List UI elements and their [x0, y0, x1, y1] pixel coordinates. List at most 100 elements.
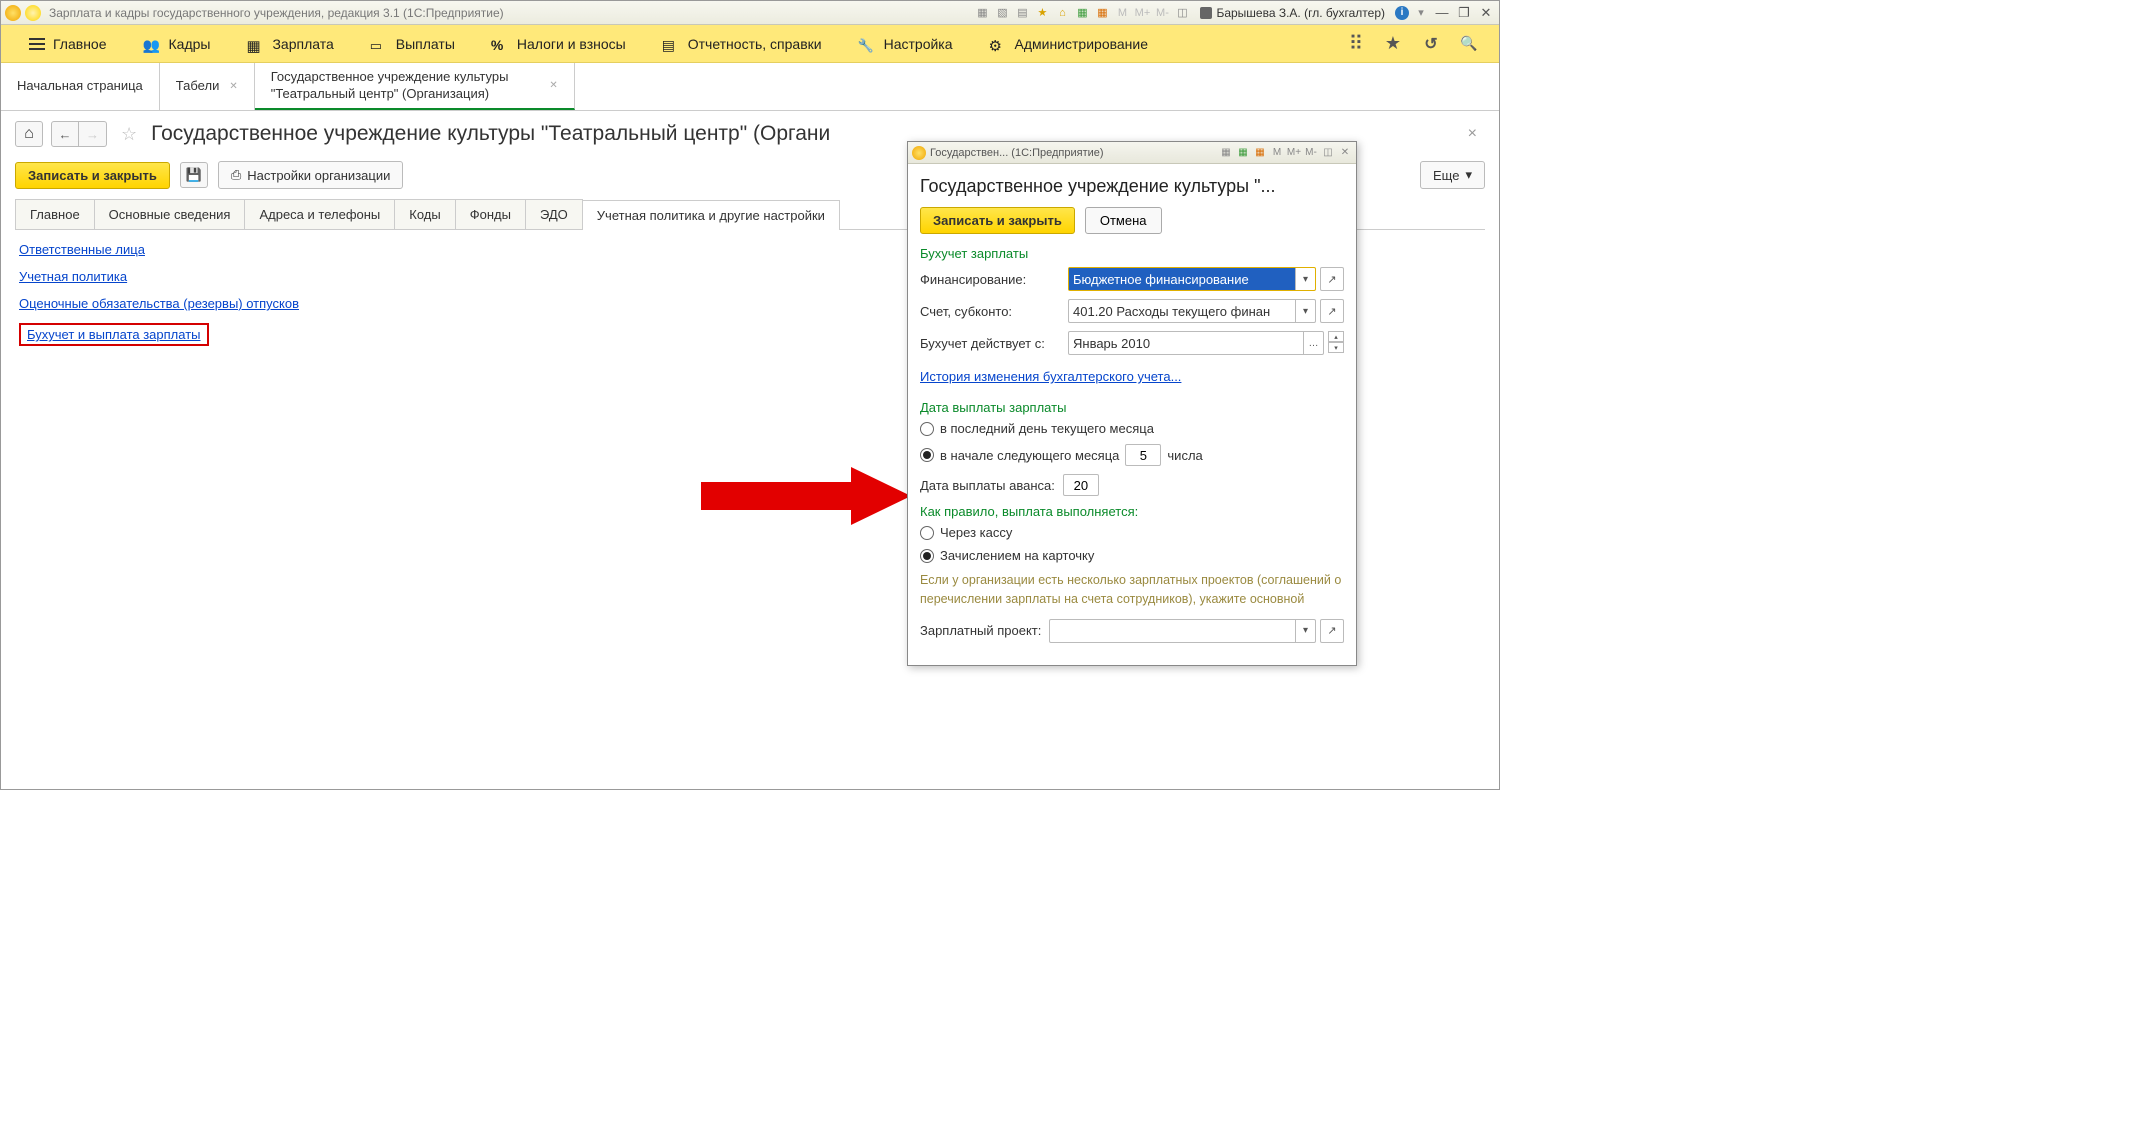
- subtab-codes[interactable]: Коды: [394, 199, 455, 229]
- valid-from-input[interactable]: Январь 2010 …: [1068, 331, 1324, 355]
- nav-nastroyka[interactable]: Настройка: [840, 25, 971, 62]
- org-settings-button[interactable]: Настройки организации: [218, 161, 404, 189]
- nav-kadry[interactable]: Кадры: [125, 25, 229, 62]
- doctab-start[interactable]: Начальная страница: [1, 63, 160, 110]
- nav-main[interactable]: Главное: [11, 25, 125, 62]
- paydate-radio-next[interactable]: в начале следующего месяца числа: [920, 444, 1344, 466]
- paydate-day-input[interactable]: [1125, 444, 1161, 466]
- valid-from-ellipsis[interactable]: …: [1303, 332, 1323, 354]
- paydate-radio-last-label: в последний день текущего месяца: [940, 421, 1154, 436]
- tb-home-icon[interactable]: ⌂: [1054, 5, 1070, 21]
- financing-dropdown-icon[interactable]: ▾: [1295, 268, 1315, 290]
- tb-windows-icon[interactable]: ◫: [1174, 5, 1190, 21]
- doctab-org[interactable]: Государственное учреждение культуры "Теа…: [255, 63, 575, 110]
- tb-tool-2[interactable]: ▧: [994, 5, 1010, 21]
- financing-open-button[interactable]: ↗: [1320, 267, 1344, 291]
- tb-info-icon[interactable]: i: [1395, 6, 1409, 20]
- nav-zarplata[interactable]: Зарплата: [228, 25, 351, 62]
- doctab-org-close[interactable]: ✕: [549, 80, 557, 91]
- popup-tb-1[interactable]: ▦: [1219, 146, 1233, 160]
- page-close[interactable]: ×: [1460, 125, 1485, 143]
- window-restore[interactable]: ❐: [1455, 5, 1473, 21]
- tb-info-drop[interactable]: ▾: [1413, 5, 1429, 21]
- history-link[interactable]: История изменения бухгалтерского учета..…: [920, 369, 1181, 384]
- paymethod-radio-card[interactable]: Зачислением на карточку: [920, 548, 1344, 563]
- favorite-star-icon[interactable]: ☆: [121, 124, 137, 145]
- nav-vyplaty[interactable]: Выплаты: [352, 25, 473, 62]
- link-payroll-accounting[interactable]: Бухучет и выплата зарплаты: [27, 327, 201, 342]
- paymethod-cash-label: Через кассу: [940, 525, 1012, 540]
- subtab-funds[interactable]: Фонды: [455, 199, 526, 229]
- tb-tool-1[interactable]: ▦: [974, 5, 990, 21]
- project-dropdown-icon[interactable]: ▾: [1295, 620, 1315, 642]
- financing-combo[interactable]: Бюджетное финансирование ▾: [1068, 267, 1316, 291]
- history-icon[interactable]: [1421, 34, 1441, 54]
- tb-mminus-btn[interactable]: M-: [1154, 5, 1170, 21]
- wrench-icon: [858, 37, 876, 51]
- nav-admin[interactable]: Администрирование: [971, 25, 1167, 62]
- tb-star-icon[interactable]: ★: [1034, 5, 1050, 21]
- subtab-main[interactable]: Главное: [15, 199, 95, 229]
- spinner-down-icon[interactable]: ▾: [1328, 342, 1344, 353]
- account-combo[interactable]: 401.20 Расходы текущего финан ▾: [1068, 299, 1316, 323]
- valid-from-label: Бухучет действует с:: [920, 336, 1060, 351]
- spinner-up-icon[interactable]: ▴: [1328, 331, 1344, 342]
- favorites-icon[interactable]: [1383, 34, 1403, 54]
- subtab-policy[interactable]: Учетная политика и другие настройки: [582, 200, 840, 230]
- apps-grid-icon[interactable]: [1345, 34, 1365, 54]
- link-accounting-policy[interactable]: Учетная политика: [19, 269, 127, 284]
- account-open-button[interactable]: ↗: [1320, 299, 1344, 323]
- paydate-radio-last[interactable]: в последний день текущего месяца: [920, 421, 1344, 436]
- doctab-tabeli-close[interactable]: ✕: [229, 81, 237, 92]
- link-responsible[interactable]: Ответственные лица: [19, 242, 145, 257]
- paymethod-radio-cash[interactable]: Через кассу: [920, 525, 1344, 540]
- document-tabs: Начальная страница Табели ✕ Государственн…: [1, 63, 1499, 111]
- tb-tool-3[interactable]: ▤: [1014, 5, 1030, 21]
- popup-tb-cal[interactable]: ▦: [1253, 146, 1267, 160]
- subtab-basic[interactable]: Основные сведения: [94, 199, 246, 229]
- doctab-tabeli-label: Табели: [176, 78, 220, 95]
- popup-window-title: Государствен... (1С:Предприятие): [930, 147, 1104, 159]
- radio-checked-icon: [920, 549, 934, 563]
- popup-cancel[interactable]: Отмена: [1085, 207, 1162, 234]
- valid-from-spinner[interactable]: ▴ ▾: [1328, 331, 1344, 355]
- home-button[interactable]: [15, 121, 43, 147]
- tb-m-btn[interactable]: M: [1114, 5, 1130, 21]
- tb-mplus-btn[interactable]: M+: [1134, 5, 1150, 21]
- back-button[interactable]: ←: [51, 121, 79, 147]
- doctab-org-label: Государственное учреждение культуры "Теа…: [271, 69, 540, 103]
- popup-tb-m[interactable]: M: [1270, 146, 1284, 160]
- nav-nalogi[interactable]: Налоги и взносы: [473, 25, 644, 62]
- tb-user[interactable]: Барышева З.А. (гл. бухгалтер): [1194, 6, 1391, 20]
- doctab-tabeli[interactable]: Табели ✕: [160, 63, 255, 110]
- tb-calc-icon[interactable]: ▦: [1074, 5, 1090, 21]
- window-minimize[interactable]: —: [1433, 5, 1451, 20]
- popup-tb-mplus[interactable]: M+: [1287, 146, 1301, 160]
- search-icon[interactable]: [1459, 34, 1479, 54]
- project-open-button[interactable]: ↗: [1320, 619, 1344, 643]
- forward-button[interactable]: →: [79, 121, 107, 147]
- percent-icon: [491, 37, 509, 51]
- project-combo[interactable]: ▾: [1049, 619, 1316, 643]
- account-dropdown-icon[interactable]: ▾: [1295, 300, 1315, 322]
- window-close[interactable]: ✕: [1477, 5, 1495, 21]
- nav-nalogi-label: Налоги и взносы: [517, 36, 626, 52]
- popup-close[interactable]: ✕: [1338, 146, 1352, 160]
- more-button[interactable]: Еще ▾: [1420, 161, 1485, 189]
- subtab-edo[interactable]: ЭДО: [525, 199, 583, 229]
- save-button[interactable]: [180, 162, 208, 188]
- tb-calendar-icon[interactable]: ▦: [1094, 5, 1110, 21]
- app-dropdown-icon[interactable]: [25, 5, 41, 21]
- section-accounting: Бухучет зарплаты: [920, 246, 1344, 261]
- subtab-address[interactable]: Адреса и телефоны: [244, 199, 395, 229]
- popup-restore[interactable]: ◫: [1321, 146, 1335, 160]
- advance-input[interactable]: [1063, 474, 1099, 496]
- popup-tb-calc[interactable]: ▦: [1236, 146, 1250, 160]
- link-reserves[interactable]: Оценочные обязательства (резервы) отпуск…: [19, 296, 299, 311]
- nav-otchet[interactable]: Отчетность, справки: [644, 25, 840, 62]
- valid-from-value: Январь 2010: [1069, 332, 1303, 354]
- popup-save-close[interactable]: Записать и закрыть: [920, 207, 1075, 234]
- popup-tb-mminus[interactable]: M-: [1304, 146, 1318, 160]
- account-label: Счет, субконто:: [920, 304, 1060, 319]
- save-close-button[interactable]: Записать и закрыть: [15, 162, 170, 189]
